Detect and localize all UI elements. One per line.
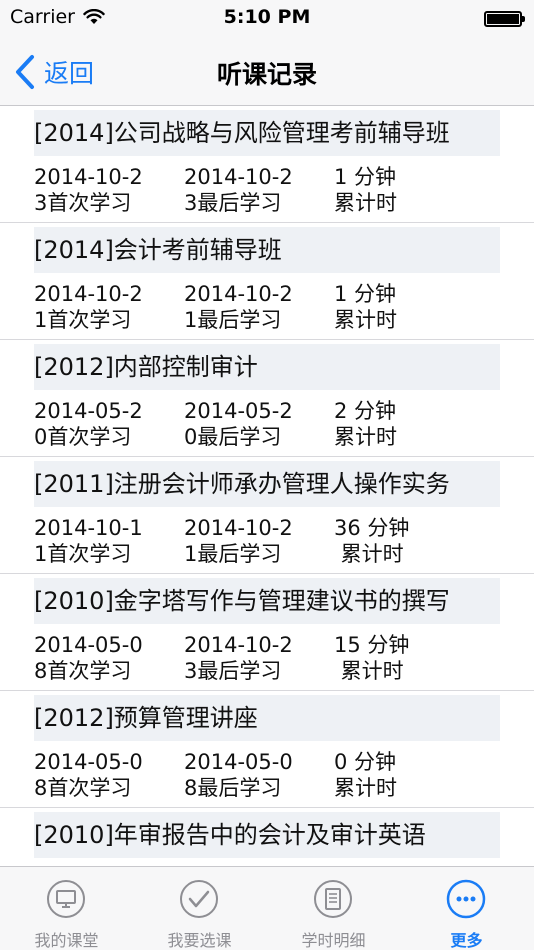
last-study-label: 3最后学习 [184,191,282,215]
course-record-item[interactable]: [2012]预算管理讲座 2014-05-0 8首次学习 2014-05-0 8最后… [0,691,534,808]
course-record-list[interactable]: [2014]公司战略与风险管理考前辅导班 2014-10-2 3首次学习 2014… [0,106,534,866]
total-duration: 2 分钟 [334,399,397,423]
total-time-label: 累计时 [334,191,397,215]
total-duration: 1 分钟 [334,282,397,306]
last-study-date: 2014-10-2 [184,516,293,540]
first-study-date: 2014-10-2 [34,165,143,189]
course-record-item[interactable]: [2010]年审报告中的会计及审计英语 [0,808,534,866]
first-study: 2014-05-0 8首次学习 [34,749,143,801]
course-stats: 2014-10-1 1首次学习 2014-10-2 1最后学习 36 分钟 累计时 [34,515,504,571]
course-title: [2014]会计考前辅导班 [34,227,500,273]
tab-more[interactable]: 更多 [400,867,533,951]
navigation-bar: 返回 听课记录 [0,38,534,106]
course-stats: 2014-05-0 8首次学习 2014-10-2 3最后学习 15 分钟 累计时 [34,632,504,688]
page-title: 听课记录 [216,60,317,89]
last-study: 2014-10-2 1最后学习 [184,281,293,333]
course-stats: 2014-05-2 0首次学习 2014-05-2 0最后学习 2 分钟 累计时 [34,398,504,454]
monitor-icon [47,880,85,918]
course-record-item[interactable]: [2011]注册会计师承办管理人操作实务 2014-10-1 1首次学习 2014… [0,457,534,574]
tab-study-hours[interactable]: 学时明细 [267,867,400,951]
first-study-label: 8首次学习 [34,776,132,800]
status-bar: Carrier 5:10 PM [0,0,534,38]
last-study-label: 0最后学习 [184,425,282,449]
total-time: 15 分钟 累计时 [334,632,409,684]
first-study-label: 0首次学习 [34,425,132,449]
tab-bar: 我的课堂 我要选课 学时明细 更多 [0,866,534,950]
total-time: 1 分钟 累计时 [334,281,397,333]
course-title: [2010]金字塔写作与管理建议书的撰写 [34,578,500,624]
last-study: 2014-10-2 3最后学习 [184,164,293,216]
tab-select-course[interactable]: 我要选课 [133,867,266,951]
last-study-date: 2014-05-2 [184,399,293,423]
last-study: 2014-05-0 8最后学习 [184,749,293,801]
course-stats: 2014-10-2 3首次学习 2014-10-2 3最后学习 1 分钟 累计时 [34,164,504,220]
first-study: 2014-10-2 1首次学习 [34,281,143,333]
first-study: 2014-10-2 3首次学习 [34,164,143,216]
tab-label: 更多 [450,931,483,950]
first-study-label: 3首次学习 [34,191,132,215]
total-time-label: 累计时 [334,308,397,332]
first-study-label: 8首次学习 [34,659,132,683]
total-time: 0 分钟 累计时 [334,749,397,801]
total-time-label: 累计时 [334,425,397,449]
last-study-date: 2014-10-2 [184,165,293,189]
first-study: 2014-10-1 1首次学习 [34,515,143,567]
tab-label: 我的课堂 [34,931,99,950]
course-record-item[interactable]: [2014]会计考前辅导班 2014-10-2 1首次学习 2014-10-2 1最… [0,223,534,340]
course-record-item[interactable]: [2010]金字塔写作与管理建议书的撰写 2014-05-0 8首次学习 2014… [0,574,534,691]
course-record-item[interactable]: [2014]公司战略与风险管理考前辅导班 2014-10-2 3首次学习 2014… [0,106,534,223]
last-study: 2014-05-2 0最后学习 [184,398,293,450]
last-study-date: 2014-10-2 [184,633,293,657]
last-study-label: 1最后学习 [184,542,282,566]
last-study-date: 2014-10-2 [184,282,293,306]
first-study-date: 2014-05-0 [34,633,143,657]
first-study-date: 2014-05-0 [34,750,143,774]
total-time-label: 累计时 [334,659,404,683]
first-study-label: 1首次学习 [34,542,132,566]
total-duration: 1 分钟 [334,165,397,189]
last-study-date: 2014-05-0 [184,750,293,774]
first-study: 2014-05-2 0首次学习 [34,398,143,450]
first-study-label: 1首次学习 [34,308,132,332]
total-duration: 36 分钟 [334,516,410,540]
last-study-label: 3最后学习 [184,659,282,683]
total-time-label: 累计时 [334,776,397,800]
total-time: 2 分钟 累计时 [334,398,397,450]
course-title: [2012]预算管理讲座 [34,695,500,741]
tab-label: 学时明细 [301,931,366,950]
course-title: [2011]注册会计师承办管理人操作实务 [34,461,500,507]
last-study: 2014-10-2 3最后学习 [184,632,293,684]
last-study-label: 8最后学习 [184,776,282,800]
battery-icon [484,11,525,27]
status-time: 5:10 PM [223,6,311,28]
tab-my-classroom[interactable]: 我的课堂 [0,867,133,951]
course-record-item[interactable]: [2012]内部控制审计 2014-05-2 0首次学习 2014-05-2 0最后… [0,340,534,457]
last-study-label: 1最后学习 [184,308,282,332]
total-duration: 0 分钟 [334,750,397,774]
course-title: [2014]公司战略与风险管理考前辅导班 [34,110,500,156]
course-title: [2012]内部控制审计 [34,344,500,390]
course-stats: 2014-10-2 1首次学习 2014-10-2 1最后学习 1 分钟 累计时 [34,281,504,337]
last-study: 2014-10-2 1最后学习 [184,515,293,567]
total-time-label: 累计时 [334,542,404,566]
document-icon [314,880,352,918]
checkmark-icon [180,880,218,918]
first-study-date: 2014-05-2 [34,399,143,423]
first-study: 2014-05-0 8首次学习 [34,632,143,684]
total-time: 36 分钟 累计时 [334,515,409,567]
first-study-date: 2014-10-1 [34,516,143,540]
first-study-date: 2014-10-2 [34,282,143,306]
total-duration: 15 分钟 [334,633,410,657]
tab-label: 我要选课 [167,931,232,950]
course-title: [2010]年审报告中的会计及审计英语 [34,812,500,858]
total-time: 1 分钟 累计时 [334,164,397,216]
course-stats: 2014-05-0 8首次学习 2014-05-0 8最后学习 0 分钟 累计时 [34,749,504,805]
more-icon [446,879,486,919]
